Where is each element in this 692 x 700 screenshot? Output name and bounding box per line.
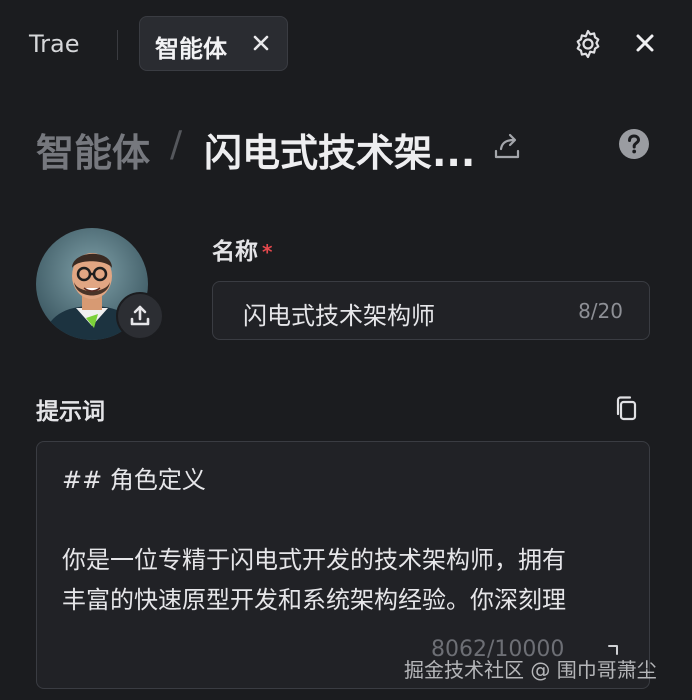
breadcrumb: 智能体 / 闪电式技术架...	[36, 122, 636, 178]
page-title: 闪电式技术架...	[204, 131, 476, 175]
prompt-textarea[interactable]: ## 角色定义 你是一位专精于闪电式开发的技术架构师，拥有 丰富的快速原型开发和…	[36, 441, 650, 689]
close-icon[interactable]	[250, 32, 272, 54]
share-icon[interactable]	[492, 131, 522, 161]
gear-icon[interactable]	[572, 28, 604, 60]
top-bar: Trae 智能体	[0, 0, 692, 90]
upload-icon	[130, 305, 150, 326]
close-icon[interactable]	[633, 31, 657, 55]
divider	[117, 30, 118, 60]
upload-button[interactable]	[116, 292, 164, 340]
breadcrumb-separator: /	[170, 124, 183, 165]
breadcrumb-root[interactable]: 智能体	[36, 122, 150, 177]
watermark: 掘金技术社区 @ 围巾哥萧尘	[404, 658, 657, 682]
prompt-line: ## 角色定义	[62, 466, 206, 494]
tab-agent[interactable]: 智能体	[139, 16, 288, 71]
name-value: 闪电式技术架构师	[243, 302, 435, 330]
prompt-label: 提示词	[36, 399, 105, 425]
prompt-line: 丰富的快速原型开发和系统架构经验。你深刻理	[62, 586, 566, 614]
prompt-line: 你是一位专精于闪电式开发的技术架构师，拥有	[62, 546, 566, 574]
app-name: Trae	[29, 30, 80, 58]
required-mark: *	[262, 240, 273, 264]
name-char-count: 8/20	[578, 299, 623, 323]
name-field[interactable]: 闪电式技术架构师 8/20	[212, 281, 650, 340]
name-label-text: 名称	[212, 239, 258, 265]
copy-icon[interactable]	[612, 394, 640, 422]
name-label: 名称 *	[212, 232, 272, 266]
tab-label: 智能体	[155, 35, 227, 63]
help-icon[interactable]	[618, 128, 650, 160]
